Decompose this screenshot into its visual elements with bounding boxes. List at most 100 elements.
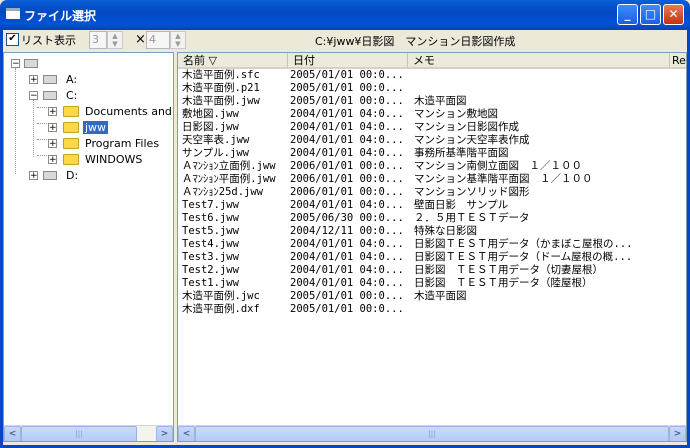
file-name-cell: Ａﾏﾝｼｮﾝ立面例.jww [182,160,276,172]
file-row[interactable]: サンプル.jww 2004/01/01 04:0... 事務所基準階平面図 [178,147,678,160]
tree-label-selected: jww [83,121,109,134]
file-date-cell: 2004/01/01 04:0... [290,134,404,146]
scroll-left-icon[interactable]: < [178,426,195,441]
file-row[interactable]: Ａﾏﾝｼｮﾝ25d.jww 2006/01/01 00:0... マンションソリッド… [178,186,678,199]
file-row[interactable]: Test5.jww 2004/12/11 00:0... 特殊な日影図 [178,225,678,238]
columns-input[interactable]: 3 [89,31,107,49]
file-name-cell: 木造平面例.jwc [182,290,260,302]
file-date-cell: 2004/01/01 04:0... [290,238,404,250]
current-path: C:¥jww¥日影図 マンション日影図作成 [315,35,516,48]
file-memo-cell: 木造平面図 [414,290,467,302]
scroll-thumb[interactable]: ||| [21,426,137,441]
expand-icon[interactable]: + [48,155,57,165]
computer-icon [24,59,38,68]
file-row[interactable]: Test4.jww 2004/01/01 04:0... 日影図ＴＥＳＴ用データ（か… [178,238,678,251]
column-header-memo[interactable]: メモ [408,53,670,69]
file-list[interactable]: 名前 ▽ 日付 メモ Rea 木造平面例.sfc 2005/01/01 00:0.… [177,52,687,442]
tree-label: D: [66,169,79,182]
file-memo-cell: 日影図 ＴＥＳＴ用データ（切妻屋根） [414,264,603,276]
file-date-cell: 2004/01/01 04:0... [290,121,404,133]
close-button[interactable]: ✕ [663,4,684,25]
file-memo-cell: マンションソリッド図形 [414,186,530,198]
list-horizontal-scrollbar[interactable]: < ||| > [178,425,686,441]
file-memo-cell: 日影図ＴＥＳＴ用データ（かまぼこ屋根の... [414,238,633,250]
list-view-checkbox[interactable]: ✔ [6,33,19,46]
file-row[interactable]: Test3.jww 2004/01/01 04:0... 日影図ＴＥＳＴ用データ（ド… [178,251,678,264]
file-date-cell: 2004/01/01 04:0... [290,264,404,276]
scroll-left-icon[interactable]: < [4,426,21,441]
file-date-cell: 2005/01/01 00:0... [290,290,404,302]
tree-label: A: [66,73,78,86]
file-name-cell: 木造平面例.sfc [182,69,260,81]
scroll-right-icon[interactable]: > [156,426,173,441]
file-name-cell: 天空率表.jww [182,134,250,146]
column-header-read[interactable]: Rea [670,53,686,69]
tree-horizontal-scrollbar[interactable]: < ||| > [4,425,173,441]
file-row[interactable]: 天空率表.jww 2004/01/01 04:0... マンション天空率表作成 [178,134,678,147]
file-row[interactable]: 日影図.jww 2004/01/01 04:0... マンション日影図作成 [178,121,678,134]
file-name-cell: Test2.jww [182,264,239,276]
file-name-cell: Test6.jww [182,212,239,224]
scroll-thumb[interactable]: ||| [195,426,669,441]
file-row[interactable]: 木造平面例.jww 2005/01/01 00:0... 木造平面図 [178,95,678,108]
collapse-icon[interactable]: − [11,59,20,69]
folder-tree[interactable]: − + A: − C: + Documents and S + jww + Pr… [3,52,174,442]
rows-spinner[interactable]: ▲ ▼ [170,31,186,49]
collapse-icon[interactable]: − [29,91,38,101]
file-name-cell: Ａﾏﾝｼｮﾝ平面例.jww [182,173,276,185]
file-row[interactable]: Ａﾏﾝｼｮﾝ平面例.jww 2006/01/01 00:0... マンション基準階平… [178,173,678,186]
column-header-name[interactable]: 名前 ▽ [178,53,288,69]
floppy-drive-icon [43,75,57,84]
file-memo-cell: 日影図 ＴＥＳＴ用データ（陸屋根） [414,277,593,289]
file-memo-cell: ２．５用ＴＥＳＴデータ [414,212,530,224]
scroll-right-icon[interactable]: > [669,426,686,441]
file-name-cell: 木造平面例.jww [182,95,260,107]
file-row[interactable]: 木造平面例.sfc 2005/01/01 00:0... [178,69,678,82]
file-date-cell: 2006/01/01 00:0... [290,160,404,172]
window-title: ファイル選択 [24,9,97,23]
minimize-button[interactable]: _ [617,4,638,25]
expand-icon[interactable]: + [48,139,57,149]
file-date-cell: 2004/01/01 04:0... [290,277,404,289]
times-symbol: × [135,32,146,47]
file-row[interactable]: Test7.jww 2004/01/01 04:0... 壁面日影 サンプル [178,199,678,212]
file-name-cell: 敷地図.jww [182,108,239,120]
column-header-date[interactable]: 日付 [288,53,408,69]
file-date-cell: 2005/01/01 00:0... [290,82,404,94]
maximize-button[interactable]: □ [640,4,661,25]
expand-icon[interactable]: + [48,123,57,133]
expand-icon[interactable]: + [29,171,38,181]
file-memo-cell: マンション天空率表作成 [414,134,530,146]
file-memo-cell: 日影図ＴＥＳＴ用データ（ドーム屋根の概... [414,251,633,263]
file-name-cell: 日影図.jww [182,121,239,133]
file-row[interactable]: 敷地図.jww 2004/01/01 04:0... マンション敷地図 [178,108,678,121]
file-date-cell: 2004/01/01 04:0... [290,199,404,211]
tree-label: WINDOWS [85,153,143,166]
file-name-cell: Test4.jww [182,238,239,250]
file-date-cell: 2005/06/30 00:0... [290,212,404,224]
file-memo-cell: 木造平面図 [414,95,467,107]
file-date-cell: 2006/01/01 00:0... [290,186,404,198]
file-date-cell: 2005/01/01 00:0... [290,69,404,81]
expand-icon[interactable]: + [48,107,57,117]
window-icon [6,8,20,19]
file-name-cell: 木造平面例.p21 [182,82,260,94]
file-memo-cell: 壁面日影 サンプル [414,199,509,211]
expand-icon[interactable]: + [29,75,38,85]
rows-input[interactable]: 4 [146,31,170,49]
toolbar: ✔ リスト表示 3 ▲ ▼ × 4 ▲ ▼ C:¥jww¥日影図 マンション日影図作… [3,30,687,52]
file-row[interactable]: 木造平面例.jwc 2005/01/01 00:0... 木造平面図 [178,290,678,303]
file-row[interactable]: Test2.jww 2004/01/01 04:0... 日影図 ＴＥＳＴ用データ（… [178,264,678,277]
file-row[interactable]: Ａﾏﾝｼｮﾝ立面例.jww 2006/01/01 00:0... マンション南側立面… [178,160,678,173]
columns-spinner[interactable]: ▲ ▼ [107,31,123,49]
title-bar[interactable]: ファイル選択 _ □ ✕ [0,0,690,30]
file-row[interactable]: Test6.jww 2005/06/30 00:0... ２．５用ＴＥＳＴデータ [178,212,678,225]
folder-icon [63,154,79,165]
folder-icon [63,138,79,149]
file-memo-cell: マンション日影図作成 [414,121,519,133]
file-row[interactable]: 木造平面例.dxf 2005/01/01 00:0... [178,303,678,316]
file-date-cell: 2005/01/01 00:0... [290,303,404,315]
file-memo-cell: マンション基準階平面図 １／１００ [414,173,593,185]
file-row[interactable]: Test1.jww 2004/01/01 04:0... 日影図 ＴＥＳＴ用データ（… [178,277,678,290]
file-row[interactable]: 木造平面例.p21 2005/01/01 00:0... [178,82,678,95]
